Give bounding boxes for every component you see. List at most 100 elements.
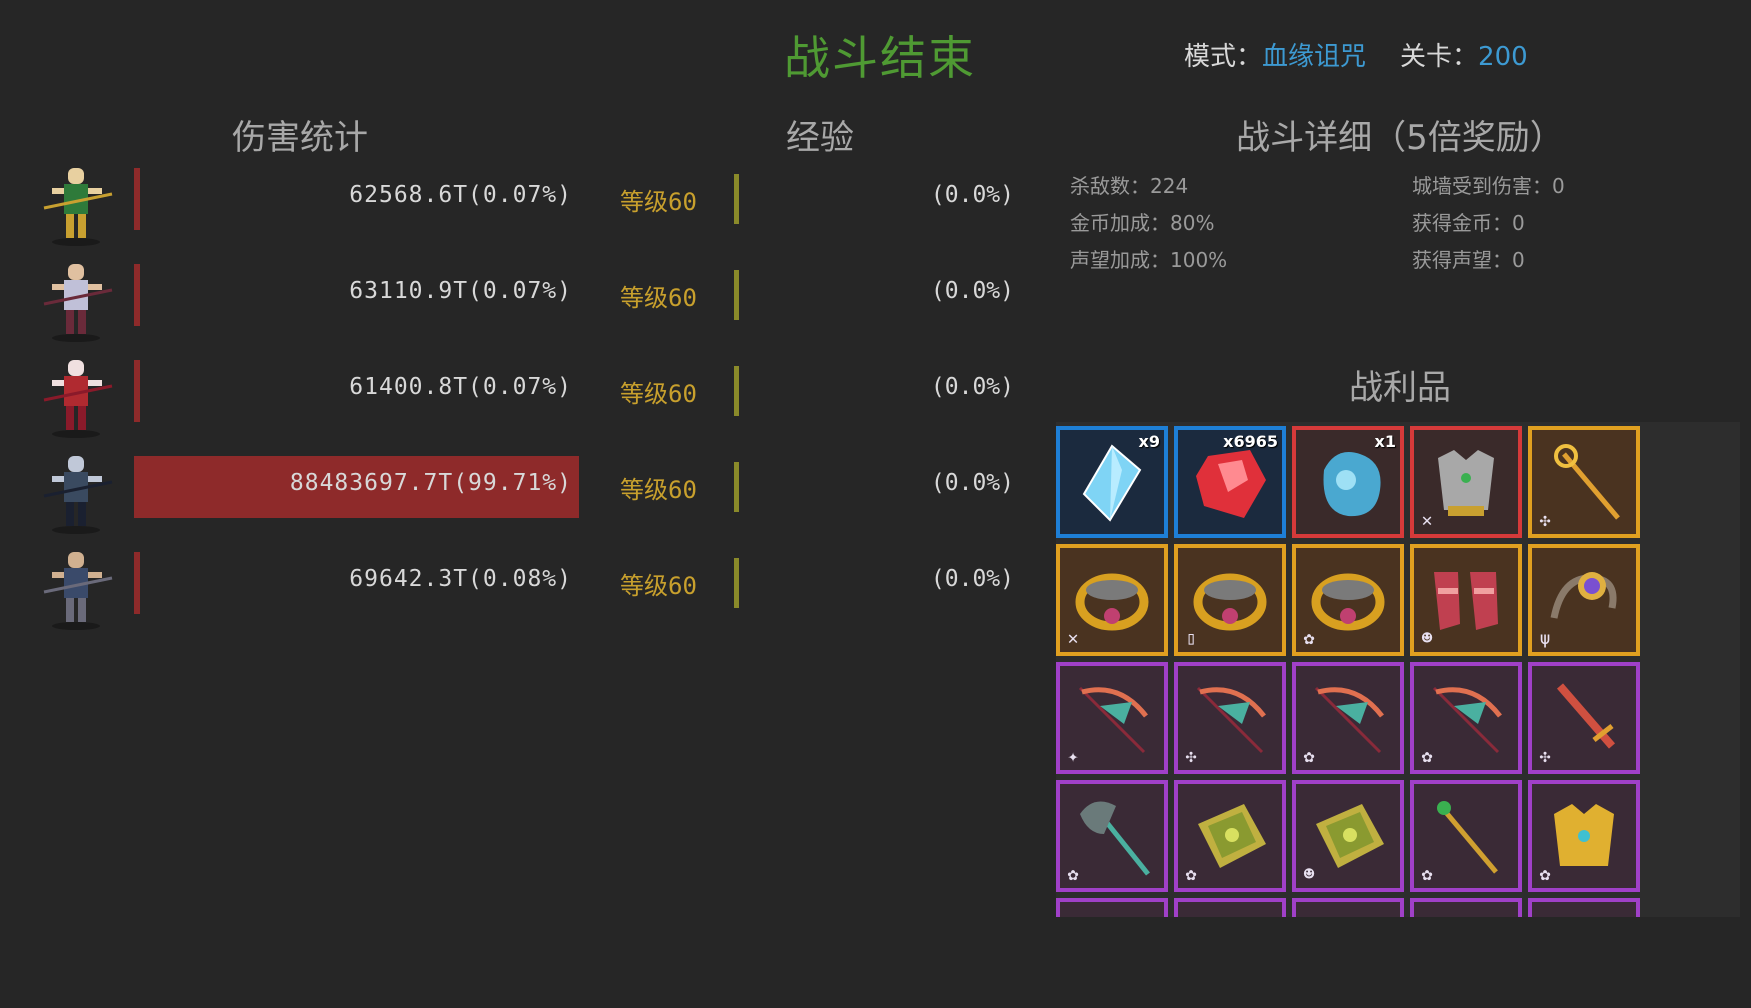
wing-badge-icon: ✣ <box>1185 746 1197 767</box>
exp-bar-fill <box>734 366 739 416</box>
hero-row: 62568.6T(0.07%) 等级60 (0.0%) <box>0 154 1040 250</box>
flower-badge-icon: ✿ <box>1303 746 1315 767</box>
item-icon <box>1542 912 1626 917</box>
loot-slot[interactable]: x1 <box>1292 426 1404 538</box>
item-quantity: x6965 <box>1223 432 1278 451</box>
battle-result-screen: 战斗结束 模式：血缘诅咒 关卡：200 伤害统计 经验 战斗详细（5倍奖励） 战利… <box>0 0 1751 1008</box>
exp-bar: (0.0%) <box>734 366 1014 416</box>
loot-slot[interactable] <box>1174 898 1286 917</box>
battle-detail-heading: 战斗详细（5倍奖励） <box>1236 118 1564 158</box>
flower-badge-icon: ✿ <box>1303 628 1315 649</box>
damage-value: 61400.8T(0.07%) <box>349 374 572 400</box>
damage-bar: 62568.6T(0.07%) <box>134 168 580 230</box>
exp-bar: (0.0%) <box>734 270 1014 320</box>
swordsman-icon <box>28 542 124 630</box>
damage-value: 88483697.7T(99.71%) <box>289 470 572 496</box>
blue-crystal-icon <box>1082 444 1142 522</box>
mask-badge-icon: ☻ <box>1421 628 1433 649</box>
exp-value: (0.0%) <box>930 182 1014 208</box>
loot-slot[interactable]: ✕ <box>1410 426 1522 538</box>
loot-slot[interactable]: ✿ <box>1292 544 1404 656</box>
loot-slot[interactable] <box>1056 898 1168 917</box>
hero-level: 等级60 <box>620 284 697 312</box>
loot-slot[interactable] <box>1292 898 1404 917</box>
flower-badge-icon: ✿ <box>1421 864 1433 885</box>
exp-bar-fill <box>734 174 739 224</box>
exp-value: (0.0%) <box>930 278 1014 304</box>
item-quantity: x9 <box>1138 432 1160 451</box>
damage-bar: 61400.8T(0.07%) <box>134 360 580 422</box>
loot-grid: x9 x6965 x1 ✕ ✣ ✕ ▯ ✿ ☻ ψ ✦ ✣ ✿ ✿ ✣ ✿ ✿ ☻ ✿ ✿ <box>1056 426 1640 917</box>
loot-slot[interactable]: ✕ <box>1056 544 1168 656</box>
exp-value: (0.0%) <box>930 470 1014 496</box>
bow-badge-icon: ✕ <box>1421 510 1433 531</box>
damage-bar-fill <box>134 360 140 422</box>
exp-bar: (0.0%) <box>734 558 1014 608</box>
mask-badge-icon: ☻ <box>1303 864 1315 885</box>
wing-badge-icon: ✣ <box>1539 510 1551 531</box>
item-quantity: x1 <box>1374 432 1396 451</box>
mode-label: 模式： <box>1184 42 1263 72</box>
loot-slot[interactable]: ▯ <box>1174 544 1286 656</box>
hero-level: 等级60 <box>620 476 697 504</box>
gold-gained-stat: 获得金币：0 <box>1412 211 1525 235</box>
loot-heading: 战利品 <box>1349 368 1451 408</box>
exp-bar-fill <box>734 270 739 320</box>
fame-gained-stat: 获得声望：0 <box>1412 248 1525 272</box>
loot-slot[interactable]: ✿ <box>1410 662 1522 774</box>
exp-bar: (0.0%) <box>734 174 1014 224</box>
loot-slot[interactable]: ✣ <box>1528 426 1640 538</box>
hero-level: 等级60 <box>620 188 697 216</box>
exp-bar-fill <box>734 558 739 608</box>
sword-badge-icon: ▯ <box>1185 628 1197 649</box>
blade-dancer-icon <box>28 254 124 342</box>
loot-slot[interactable]: x6965 <box>1174 426 1286 538</box>
damage-bar: 63110.9T(0.07%) <box>134 264 580 326</box>
fame-bonus-stat: 声望加成：100% <box>1070 248 1228 272</box>
hero-level: 等级60 <box>620 572 697 600</box>
hero-row: 69642.3T(0.08%) 等级60 (0.0%) <box>0 538 1040 634</box>
damage-bar: 88483697.7T(99.71%) <box>134 456 580 518</box>
damage-value: 62568.6T(0.07%) <box>349 182 572 208</box>
loot-slot[interactable]: ✿ <box>1056 780 1168 892</box>
loot-slot[interactable]: ✣ <box>1528 662 1640 774</box>
stage-label: 关卡： <box>1400 42 1479 72</box>
loot-slot[interactable]: ψ <box>1528 544 1640 656</box>
damage-bar-fill <box>134 552 140 614</box>
mode-stage-info: 模式：血缘诅咒 关卡：200 <box>1184 36 1528 73</box>
blue-ore-icon <box>1323 452 1381 517</box>
damage-value: 63110.9T(0.07%) <box>349 278 572 304</box>
damage-stats-heading: 伤害统计 <box>232 118 368 158</box>
hero-row: 88483697.7T(99.71%) 等级60 (0.0%) <box>0 442 1040 538</box>
hero-level: 等级60 <box>620 380 697 408</box>
wing-badge-icon: ✣ <box>1539 746 1551 767</box>
hero-row: 63110.9T(0.07%) 等级60 (0.0%) <box>0 250 1040 346</box>
loot-slot[interactable] <box>1410 898 1522 917</box>
loot-slot[interactable]: ✿ <box>1174 780 1286 892</box>
loot-slot[interactable]: ☻ <box>1410 544 1522 656</box>
loot-slot[interactable]: ✿ <box>1410 780 1522 892</box>
gold-bonus-stat: 金币加成：80% <box>1070 211 1215 235</box>
loot-slot[interactable]: ✿ <box>1528 780 1640 892</box>
damage-bar-fill <box>134 168 140 230</box>
exp-bar-fill <box>734 462 739 512</box>
loot-panel: x9 x6965 x1 ✕ ✣ ✕ ▯ ✿ ☻ ψ ✦ ✣ ✿ ✿ ✣ ✿ ✿ ☻ ✿ ✿ <box>1056 422 1740 917</box>
item-icon <box>1424 912 1508 917</box>
damage-bar-fill <box>134 264 140 326</box>
loot-slot[interactable]: ✿ <box>1292 662 1404 774</box>
exp-heading: 经验 <box>786 118 854 158</box>
flower-badge-icon: ✿ <box>1539 864 1551 885</box>
flower-badge-icon: ✿ <box>1067 864 1079 885</box>
loot-slot[interactable]: ✣ <box>1174 662 1286 774</box>
loot-slot[interactable]: ☻ <box>1292 780 1404 892</box>
trident-badge-icon: ψ <box>1539 628 1551 649</box>
red-gem-icon <box>1196 450 1266 518</box>
sorceress-icon <box>28 350 124 438</box>
item-icon <box>1306 912 1390 917</box>
wall-damage-stat: 城墙受到伤害：0 <box>1412 174 1565 198</box>
loot-slot[interactable]: ✦ <box>1056 662 1168 774</box>
loot-slot[interactable]: x9 <box>1056 426 1168 538</box>
damage-value: 69642.3T(0.08%) <box>349 566 572 592</box>
loot-slot[interactable] <box>1528 898 1640 917</box>
damage-bar: 69642.3T(0.08%) <box>134 552 580 614</box>
